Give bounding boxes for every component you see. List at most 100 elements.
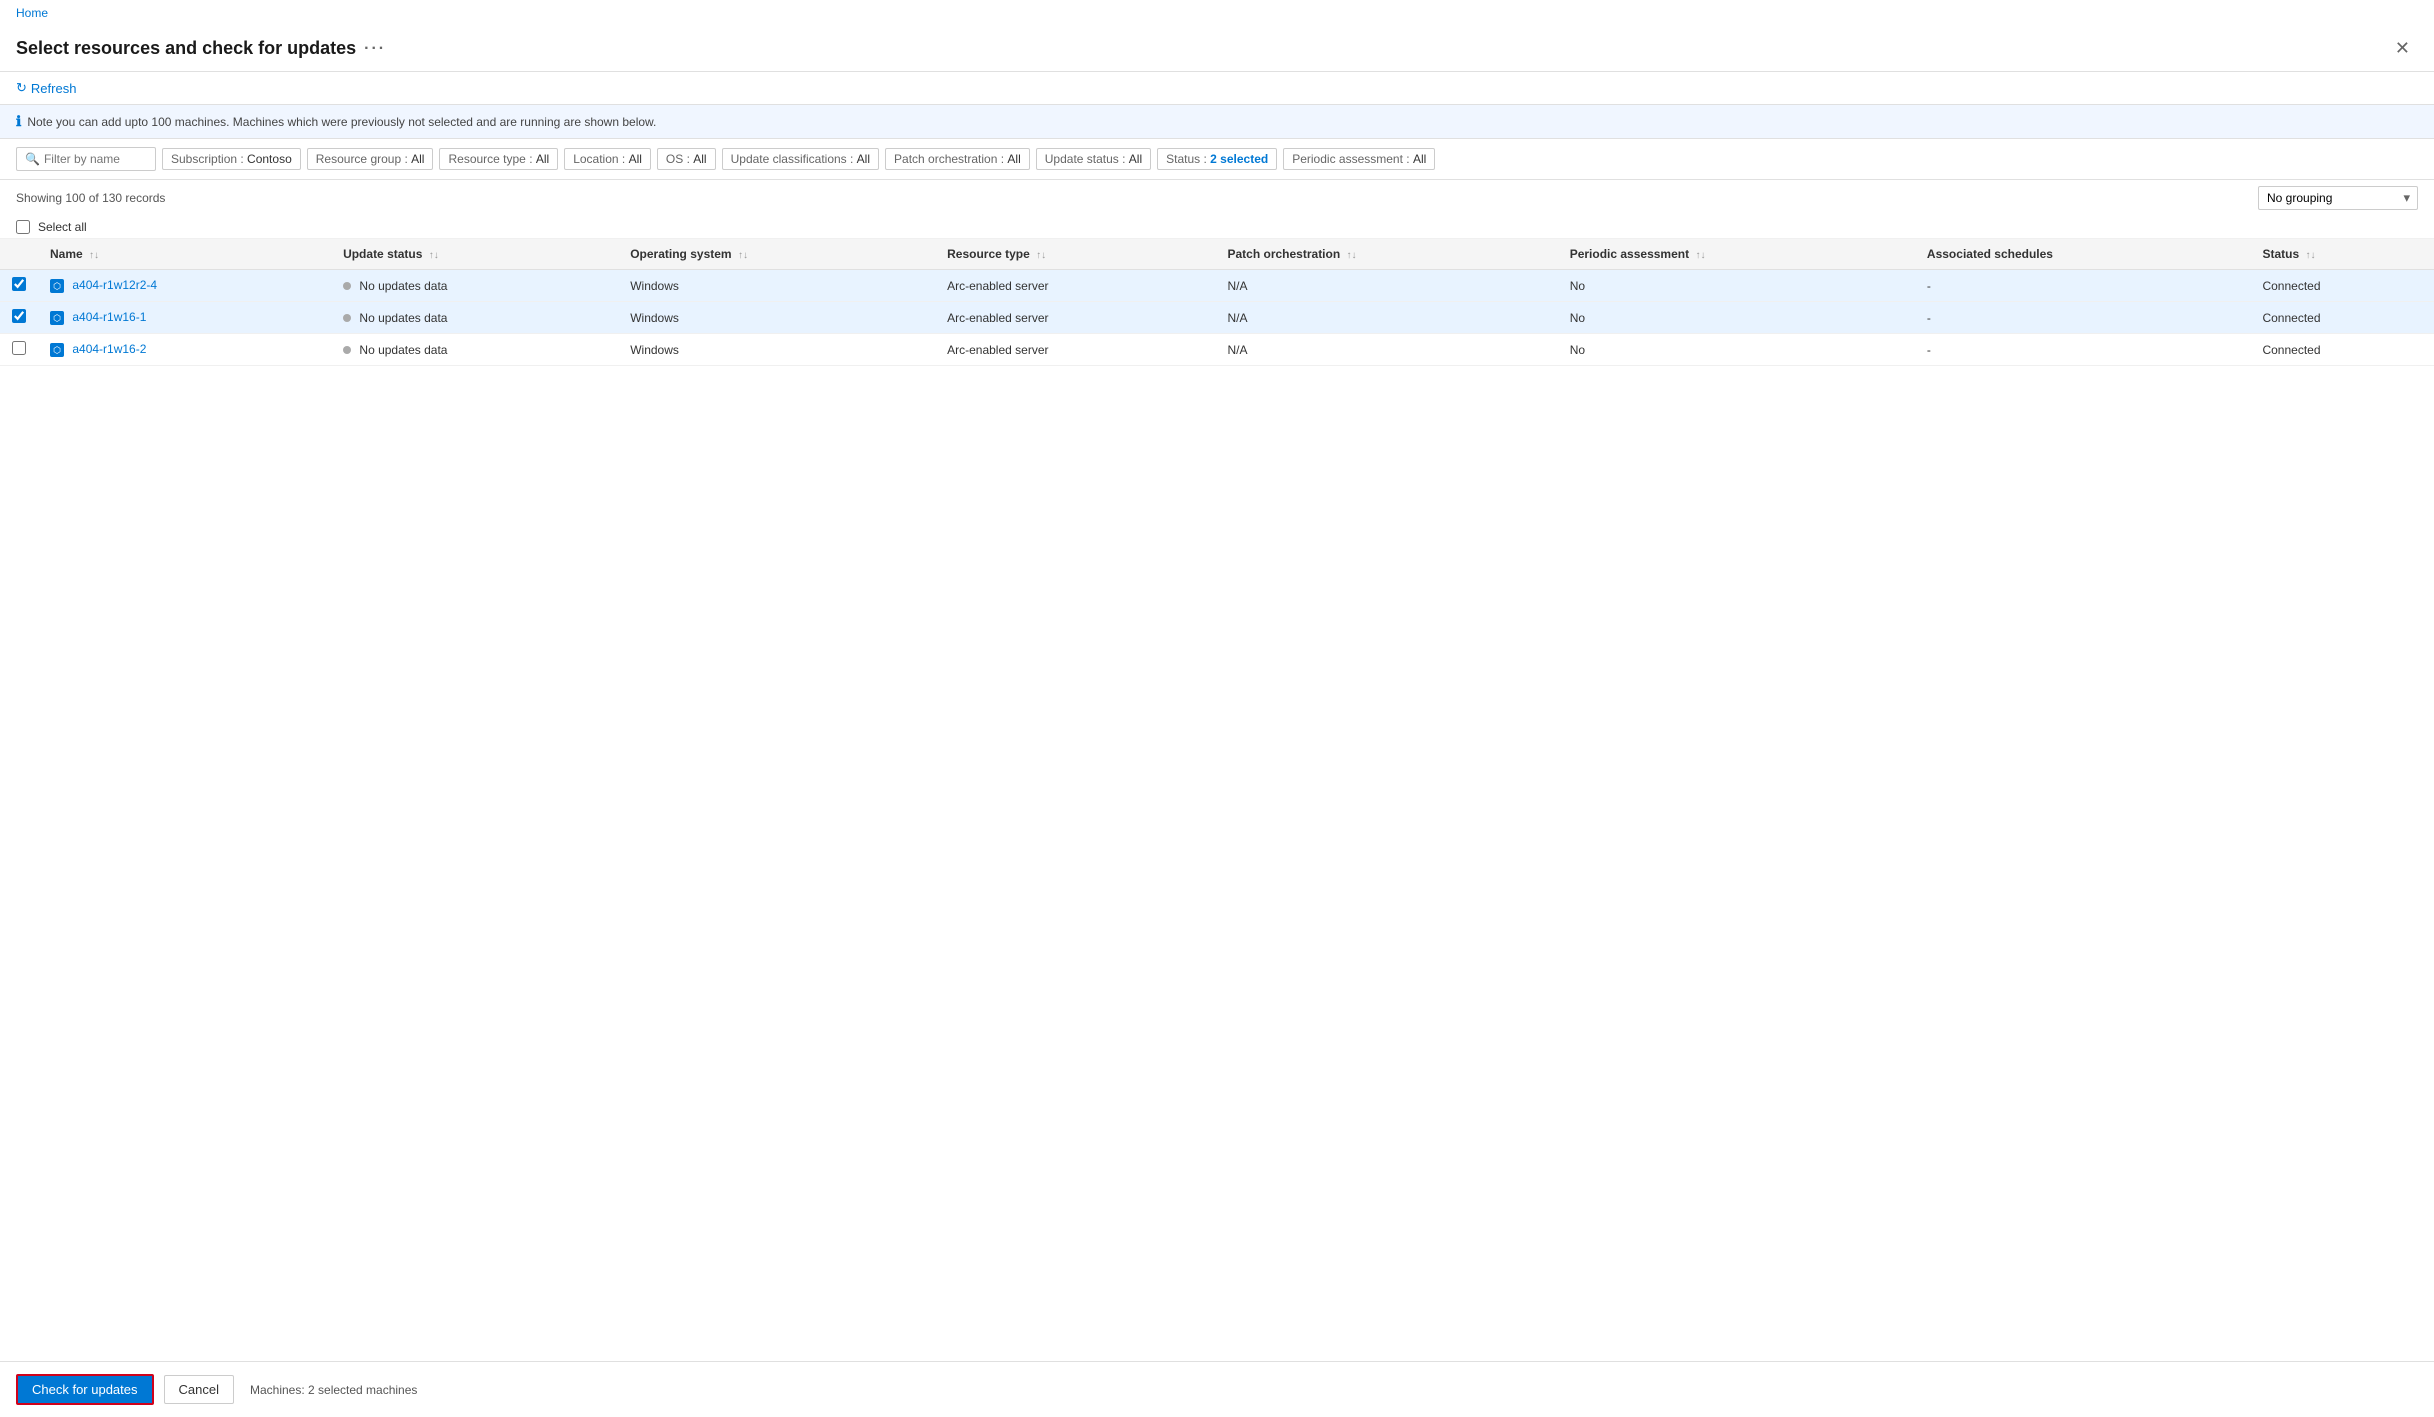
- os-label: OS :: [666, 152, 693, 166]
- info-bar: ℹ Note you can add upto 100 machines. Ma…: [0, 105, 2434, 139]
- patch-orch-value: All: [1007, 152, 1020, 166]
- col-periodic-sort[interactable]: ↑↓: [1695, 250, 1705, 261]
- col-update-status-label: Update status: [343, 247, 422, 261]
- info-icon: ℹ: [16, 113, 21, 130]
- row3-checkbox[interactable]: [12, 341, 26, 355]
- close-button[interactable]: ✕: [2387, 34, 2418, 63]
- periodic-assessment-filter[interactable]: Periodic assessment : All: [1283, 148, 1435, 170]
- col-name-sort[interactable]: ↑↓: [89, 250, 99, 261]
- cancel-button[interactable]: Cancel: [164, 1375, 234, 1404]
- row2-name-link[interactable]: a404-r1w16-1: [72, 310, 146, 324]
- resources-table: Name ↑↓ Update status ↑↓ Operating syste…: [0, 239, 2434, 366]
- col-patch-orch-label: Patch orchestration: [1227, 247, 1340, 261]
- table-header: Name ↑↓ Update status ↑↓ Operating syste…: [0, 239, 2434, 270]
- row2-resource-type-cell: Arc-enabled server: [935, 302, 1215, 334]
- row3-patch-orch-cell: N/A: [1215, 334, 1557, 366]
- search-filter[interactable]: 🔍: [16, 147, 156, 171]
- row2-periodic-cell: No: [1558, 302, 1915, 334]
- col-resource-type[interactable]: Resource type ↑↓: [935, 239, 1215, 270]
- row3-name-link[interactable]: a404-r1w16-2: [72, 342, 146, 356]
- row3-update-status-cell: No updates data: [331, 334, 618, 366]
- row2-resource-icon: ⬡: [50, 311, 64, 325]
- dialog-header: Select resources and check for updates ·…: [0, 26, 2434, 72]
- col-resource-type-sort[interactable]: ↑↓: [1036, 250, 1046, 261]
- col-status-label: Status: [2262, 247, 2299, 261]
- row2-os: Windows: [630, 311, 679, 325]
- row1-resource-icon: ⬡: [50, 279, 64, 293]
- subscription-filter-label: Subscription :: [171, 152, 247, 166]
- breadcrumb: Home: [0, 0, 2434, 26]
- row1-name-cell: ⬡ a404-r1w12r2-4: [38, 270, 331, 302]
- grouping-wrapper[interactable]: No grouping: [2258, 186, 2418, 210]
- row3-checkbox-cell: [0, 334, 38, 366]
- periodic-assessment-value: All: [1413, 152, 1426, 166]
- col-os[interactable]: Operating system ↑↓: [618, 239, 935, 270]
- col-os-sort[interactable]: ↑↓: [738, 250, 748, 261]
- row1-schedules-cell: -: [1915, 270, 2251, 302]
- select-all-checkbox[interactable]: [16, 220, 30, 234]
- select-all-row: Select all: [0, 216, 2434, 239]
- row2-status-dot: [343, 314, 351, 322]
- row2-patch-orch-cell: N/A: [1215, 302, 1557, 334]
- update-class-label: Update classifications :: [731, 152, 857, 166]
- row2-update-status-cell: No updates data: [331, 302, 618, 334]
- refresh-button[interactable]: ↻ Refresh: [16, 80, 76, 96]
- grouping-select[interactable]: No grouping: [2258, 186, 2418, 210]
- row3-resource-type: Arc-enabled server: [947, 343, 1048, 357]
- status-filter[interactable]: Status : 2 selected: [1157, 148, 1277, 170]
- table-row: ⬡ a404-r1w12r2-4 No updates data Windows…: [0, 270, 2434, 302]
- row3-status-dot: [343, 346, 351, 354]
- col-assoc-schedules-label: Associated schedules: [1927, 247, 2053, 261]
- dialog-title-text: Select resources and check for updates: [16, 38, 356, 59]
- toolbar: ↻ Refresh: [0, 72, 2434, 105]
- row1-status-cell: Connected: [2250, 270, 2434, 302]
- row2-checkbox-cell: [0, 302, 38, 334]
- col-update-status-sort[interactable]: ↑↓: [429, 250, 439, 261]
- check-for-updates-button[interactable]: Check for updates: [16, 1374, 154, 1405]
- col-periodic-assessment-label: Periodic assessment: [1570, 247, 1689, 261]
- row1-os: Windows: [630, 279, 679, 293]
- home-link[interactable]: Home: [16, 6, 48, 20]
- search-input[interactable]: [44, 152, 147, 166]
- row2-status: Connected: [2262, 311, 2320, 325]
- row2-update-status: No updates data: [359, 311, 447, 325]
- row3-resource-icon: ⬡: [50, 343, 64, 357]
- col-status[interactable]: Status ↑↓: [2250, 239, 2434, 270]
- row1-os-cell: Windows: [618, 270, 935, 302]
- row1-checkbox[interactable]: [12, 277, 26, 291]
- more-options-dots[interactable]: ···: [364, 40, 386, 58]
- col-update-status[interactable]: Update status ↑↓: [331, 239, 618, 270]
- update-status-filter[interactable]: Update status : All: [1036, 148, 1151, 170]
- col-patch-orch-sort[interactable]: ↑↓: [1347, 250, 1357, 261]
- content-spacer: [0, 864, 2434, 1362]
- status-value: 2 selected: [1210, 152, 1268, 166]
- col-name-label: Name: [50, 247, 83, 261]
- resource-group-value: All: [411, 152, 424, 166]
- row2-schedules-cell: -: [1915, 302, 2251, 334]
- patch-orch-filter[interactable]: Patch orchestration : All: [885, 148, 1030, 170]
- col-name[interactable]: Name ↑↓: [38, 239, 331, 270]
- row1-name-link[interactable]: a404-r1w12r2-4: [72, 278, 157, 292]
- row1-schedules: -: [1927, 279, 1931, 293]
- col-os-label: Operating system: [630, 247, 731, 261]
- os-value: All: [693, 152, 706, 166]
- os-filter[interactable]: OS : All: [657, 148, 716, 170]
- subscription-filter-value: Contoso: [247, 152, 292, 166]
- col-status-sort[interactable]: ↑↓: [2306, 250, 2316, 261]
- row2-checkbox[interactable]: [12, 309, 26, 323]
- row1-patch-orch-cell: N/A: [1215, 270, 1557, 302]
- resource-type-filter[interactable]: Resource type : All: [439, 148, 558, 170]
- col-periodic-assessment[interactable]: Periodic assessment ↑↓: [1558, 239, 1915, 270]
- row2-resource-type: Arc-enabled server: [947, 311, 1048, 325]
- resource-group-filter[interactable]: Resource group : All: [307, 148, 434, 170]
- update-status-label: Update status :: [1045, 152, 1129, 166]
- update-class-filter[interactable]: Update classifications : All: [722, 148, 879, 170]
- resource-group-label: Resource group :: [316, 152, 411, 166]
- table-row: ⬡ a404-r1w16-1 No updates data Windows A…: [0, 302, 2434, 334]
- location-filter[interactable]: Location : All: [564, 148, 651, 170]
- subscription-filter[interactable]: Subscription : Contoso: [162, 148, 301, 170]
- content-header: Showing 100 of 130 records No grouping: [0, 180, 2434, 216]
- col-patch-orch[interactable]: Patch orchestration ↑↓: [1215, 239, 1557, 270]
- resource-type-label: Resource type :: [448, 152, 535, 166]
- row2-name-cell: ⬡ a404-r1w16-1: [38, 302, 331, 334]
